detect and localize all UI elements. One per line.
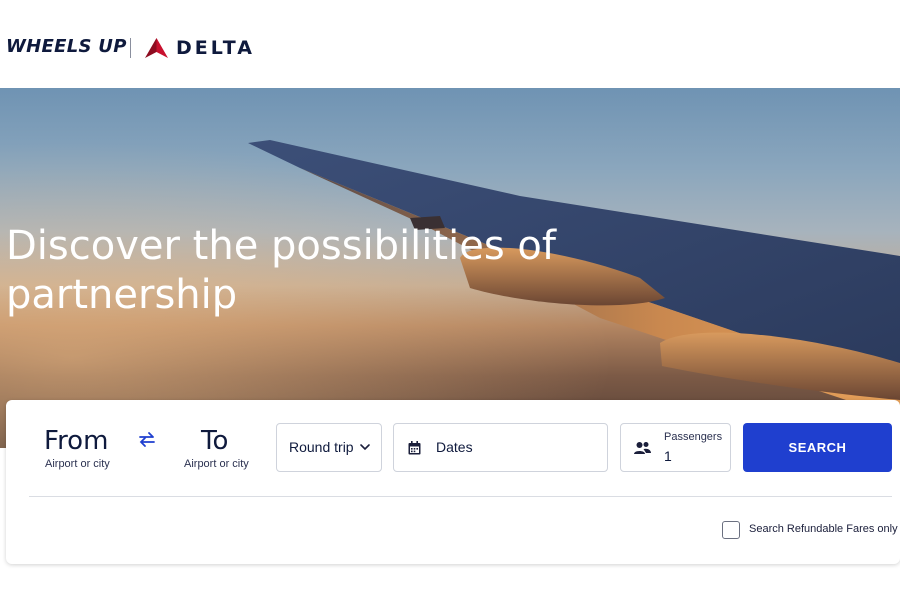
delta-widget-icon — [145, 38, 168, 58]
swap-arrows-icon[interactable] — [138, 431, 156, 449]
refundable-fares-checkbox[interactable] — [722, 521, 740, 539]
passengers-label: Passengers — [664, 431, 723, 443]
brand-divider — [130, 38, 131, 58]
to-hint: Airport or city — [184, 458, 249, 470]
hero-banner: Discover the possibilities of partnershi… — [0, 88, 900, 448]
from-field[interactable]: From — [44, 426, 108, 456]
search-button[interactable]: SEARCH — [743, 423, 892, 472]
chevron-down-icon — [360, 444, 370, 451]
refundable-fares-label[interactable]: Search Refundable Fares only — [749, 523, 898, 535]
from-hint: Airport or city — [45, 458, 110, 470]
dates-placeholder: Dates — [436, 439, 473, 455]
trip-type-value: Round trip — [289, 439, 354, 455]
flight-search-card: From Airport or city To Airport or city … — [6, 400, 900, 564]
divider — [29, 496, 892, 497]
passengers-selector[interactable]: Passengers 1 — [620, 423, 731, 472]
trip-type-select[interactable]: Round trip — [276, 423, 382, 472]
wheels-up-logo[interactable]: WHEELS UP — [6, 36, 127, 57]
hero-title: Discover the possibilities of partnershi… — [6, 223, 556, 318]
calendar-icon — [408, 441, 421, 455]
dates-input[interactable]: Dates — [393, 423, 608, 472]
passengers-icon — [634, 442, 651, 454]
delta-logo-text[interactable]: DELTA — [176, 37, 255, 59]
to-field[interactable]: To — [201, 426, 228, 456]
site-header: WHEELS UP DELTA — [0, 0, 900, 88]
passengers-count: 1 — [664, 448, 672, 464]
